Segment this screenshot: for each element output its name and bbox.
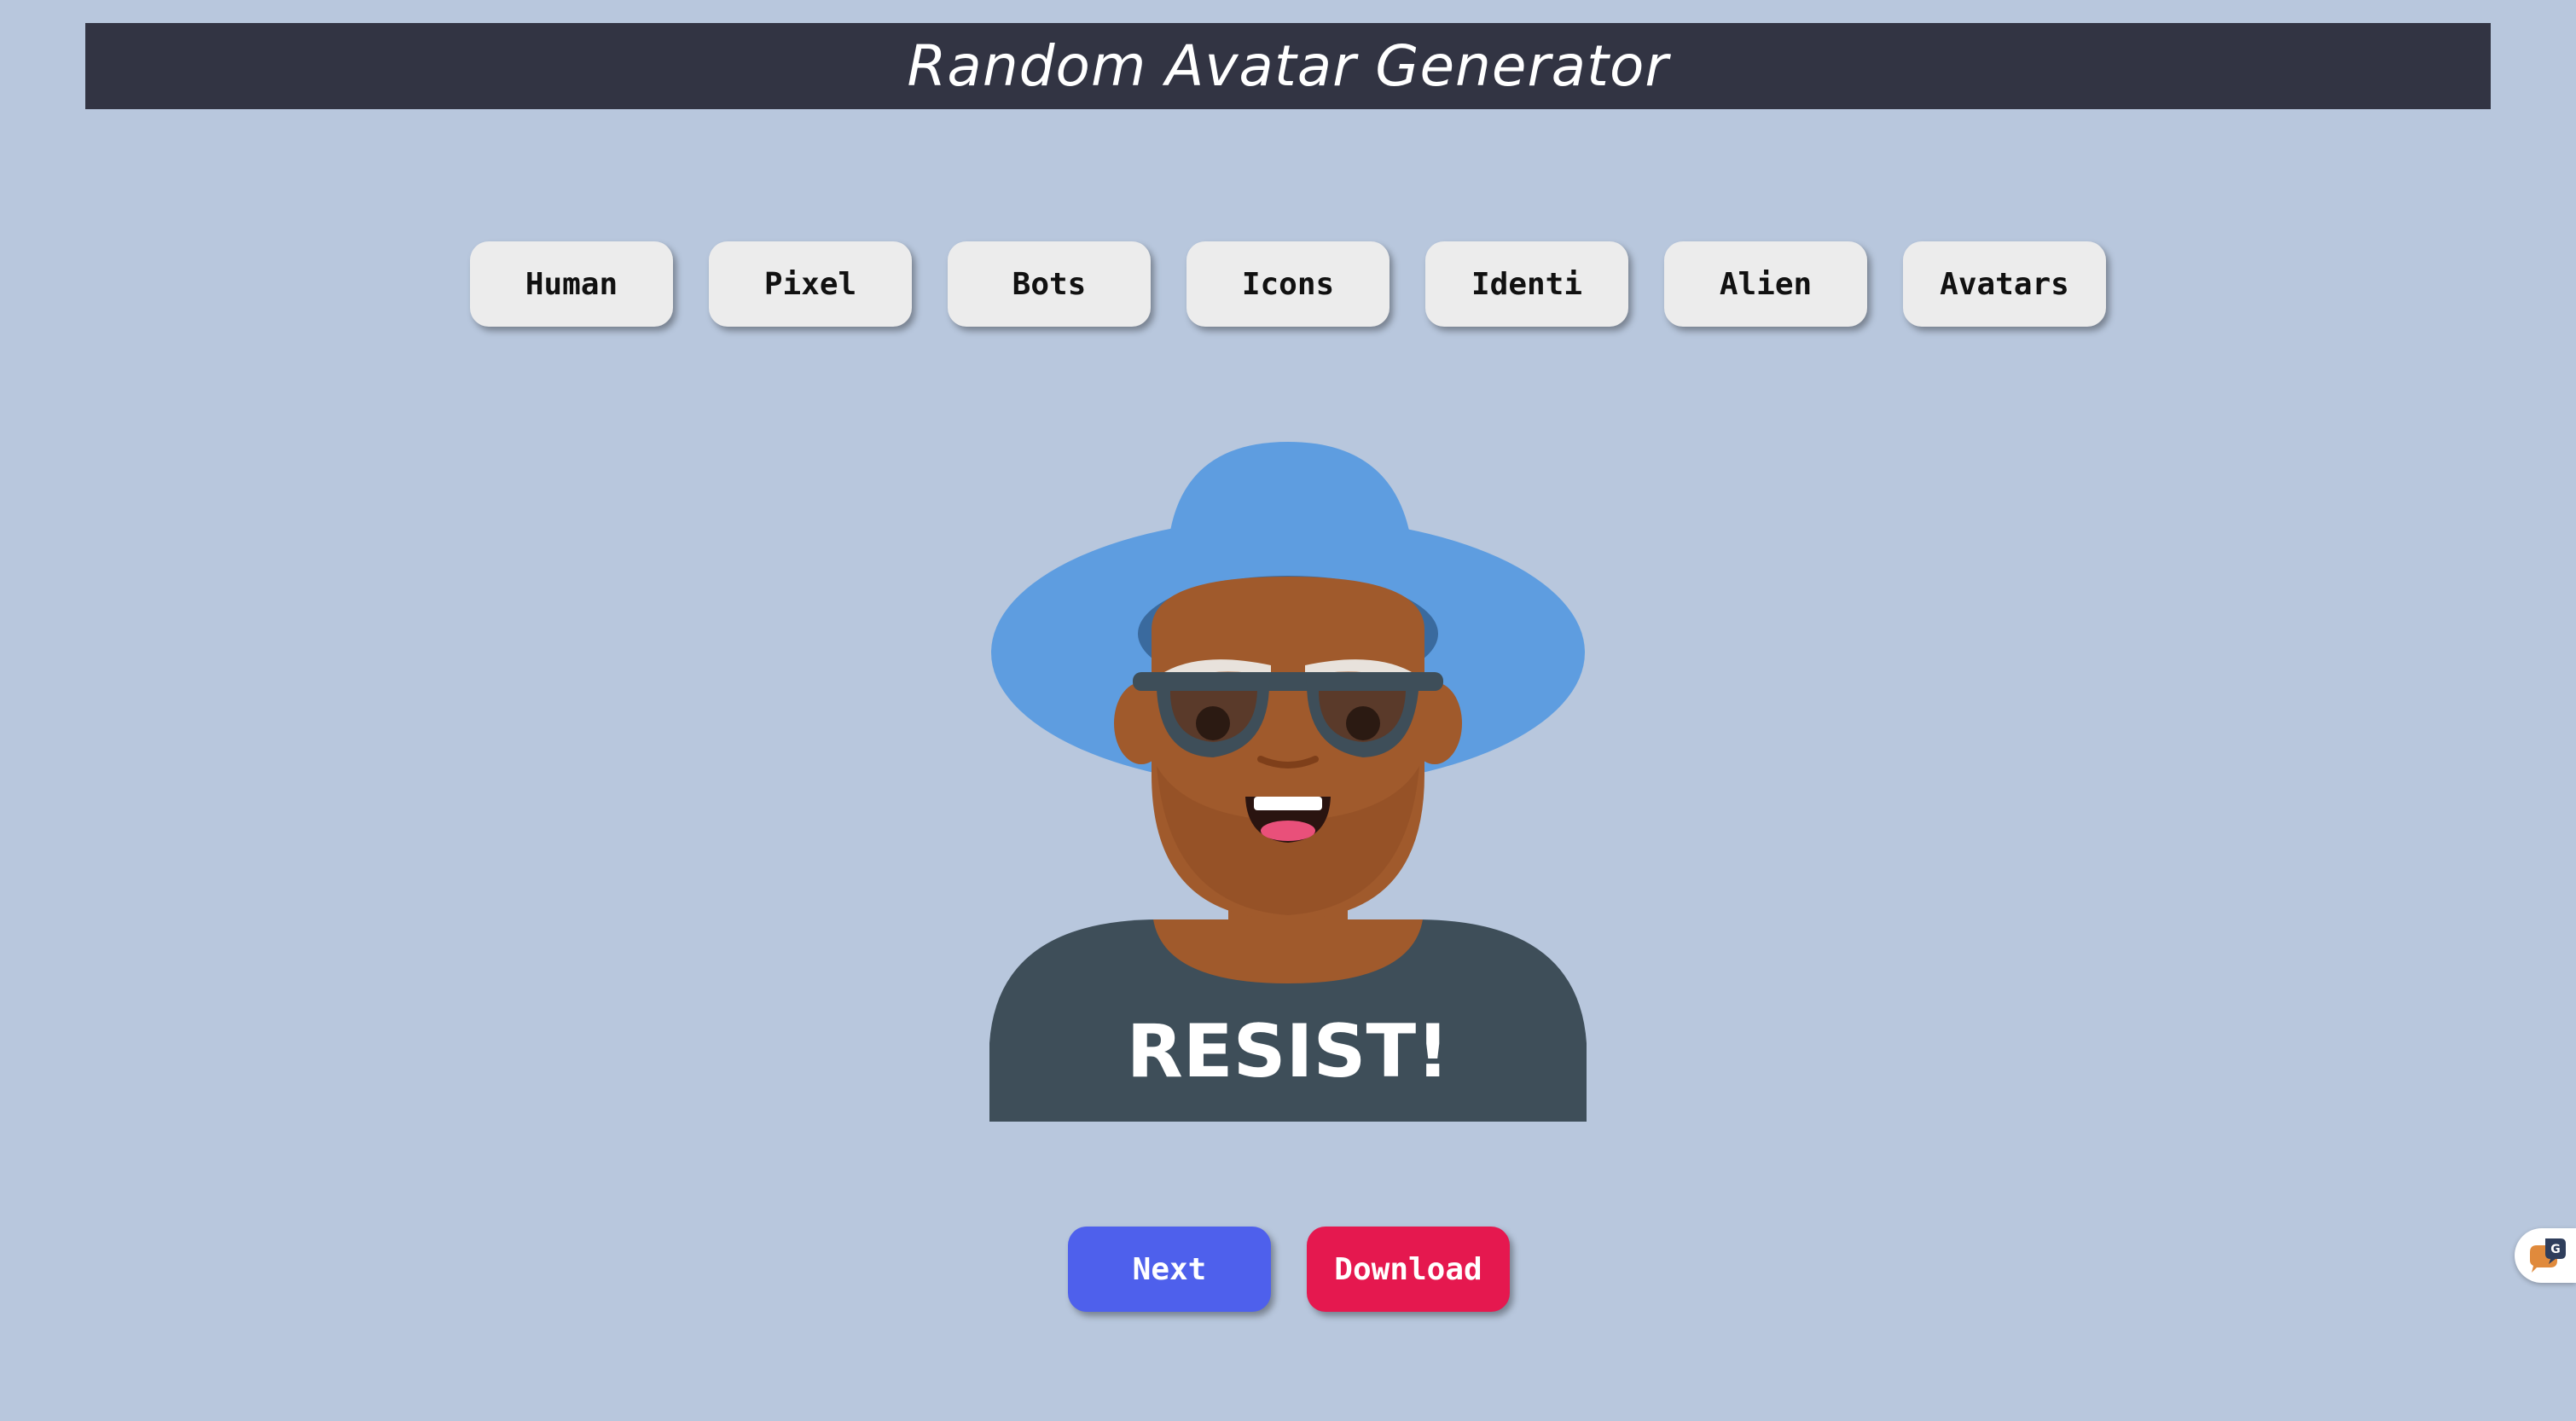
app-header: Random Avatar Generator	[85, 23, 2491, 109]
category-alien-button[interactable]: Alien	[1664, 241, 1867, 327]
category-avatars-button[interactable]: Avatars	[1903, 241, 2106, 327]
avatar-image: RESIST!	[989, 442, 1587, 1122]
avatar-tongue	[1261, 821, 1315, 841]
chat-widget[interactable]: G	[2515, 1228, 2576, 1283]
svg-text:G: G	[2550, 1243, 2561, 1256]
category-identi-button[interactable]: Identi	[1425, 241, 1628, 327]
right-eye	[1346, 706, 1380, 740]
download-button[interactable]: Download	[1307, 1227, 1510, 1312]
category-bots-button[interactable]: Bots	[948, 241, 1151, 327]
category-human-button[interactable]: Human	[470, 241, 673, 327]
avatar-category-bar: Human Pixel Bots Icons Identi Alien Avat…	[0, 241, 2576, 327]
shirt-text: RESIST!	[1127, 1009, 1450, 1094]
chat-icon: G	[2530, 1238, 2566, 1273]
left-eye	[1196, 706, 1230, 740]
next-button[interactable]: Next	[1068, 1227, 1271, 1312]
avatar-teeth	[1254, 797, 1322, 810]
page-title: Random Avatar Generator	[907, 33, 1669, 99]
hat-crown	[1170, 442, 1409, 587]
category-icons-button[interactable]: Icons	[1186, 241, 1390, 327]
category-pixel-button[interactable]: Pixel	[709, 241, 912, 327]
avatar-illustration: RESIST!	[989, 442, 1587, 1122]
